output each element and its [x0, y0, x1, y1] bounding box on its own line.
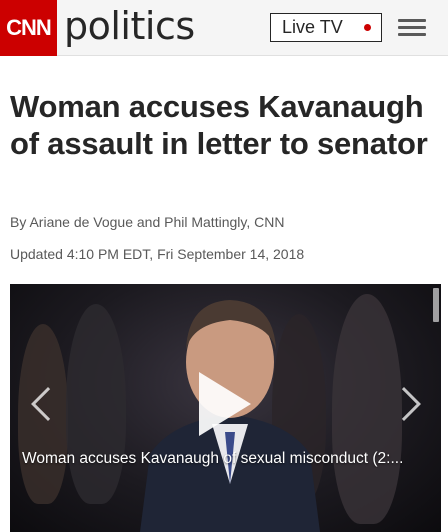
- live-indicator-icon: [364, 24, 371, 31]
- hamburger-menu-icon[interactable]: [398, 19, 426, 37]
- live-tv-label: Live TV: [282, 17, 343, 37]
- watermark-icon: [433, 288, 439, 322]
- play-icon[interactable]: [199, 372, 251, 436]
- video-caption[interactable]: Woman accuses Kavanaugh of sexual miscon…: [22, 450, 434, 468]
- background-figure: [66, 304, 126, 504]
- article-byline: By Ariane de Vogue and Phil Mattingly, C…: [10, 214, 285, 230]
- cnn-logo[interactable]: CNN: [0, 0, 57, 56]
- site-header: CNN politics Live TV: [0, 0, 448, 56]
- article-timestamp: Updated 4:10 PM EDT, Fri September 14, 2…: [10, 246, 305, 262]
- article-headline: Woman accuses Kavanaugh of assault in le…: [10, 89, 428, 161]
- live-tv-button[interactable]: Live TV: [270, 13, 382, 42]
- section-title[interactable]: politics: [64, 2, 195, 50]
- video-player[interactable]: Woman accuses Kavanaugh of sexual miscon…: [10, 284, 441, 532]
